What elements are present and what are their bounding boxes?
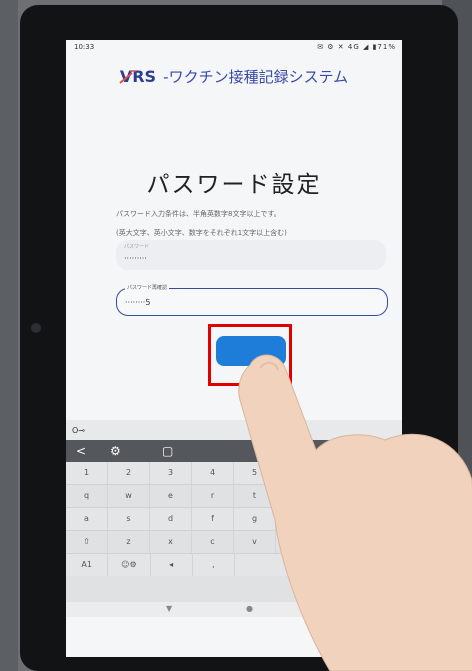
app-header: VRS -ワクチン接種記録システム (66, 66, 402, 87)
emoji-key[interactable]: ☺⚙ (108, 554, 151, 576)
keyboard-row-middle: a s d f g h j k (66, 508, 402, 530)
status-bar: 10:33 ✉ ⚙ ✕ 4G ◢ ▮71% (66, 40, 402, 54)
key[interactable] (360, 554, 402, 576)
background-left (0, 0, 18, 671)
key[interactable]: b (276, 531, 318, 553)
key[interactable]: f (192, 508, 234, 530)
keyboard-toolbar: < ⚙ ▢ (66, 440, 402, 462)
password-condition-detail: (英大文字、英小文字、数字をそれぞれ1文字以上含む) (116, 229, 287, 237)
shift-key[interactable]: ⇧ (66, 531, 108, 553)
key[interactable]: 7 (318, 462, 360, 484)
home-icon[interactable]: ● (246, 604, 253, 613)
comma-key[interactable]: , (193, 554, 235, 576)
key[interactable]: z (108, 531, 150, 553)
key[interactable]: g (234, 508, 276, 530)
key[interactable]: n (318, 531, 360, 553)
key[interactable]: v (234, 531, 276, 553)
key[interactable]: 2 (108, 462, 150, 484)
symbol-key[interactable]: A1 (66, 554, 109, 576)
key[interactable]: j (318, 508, 360, 530)
key[interactable]: w (108, 485, 150, 507)
key[interactable]: 6 (276, 462, 318, 484)
onscreen-keyboard: O⊸ < ⚙ ▢ 1 2 3 4 5 6 7 8 q w e r t y u i (66, 420, 402, 617)
syringe-icon (119, 70, 136, 84)
keyboard-keys: 1 2 3 4 5 6 7 8 q w e r t y u i a s d f … (66, 462, 402, 576)
key[interactable]: 4 (192, 462, 234, 484)
key[interactable]: i (360, 485, 402, 507)
keyboard-back-icon[interactable]: < (76, 444, 86, 458)
password-confirm-label: パスワード再確認 (125, 284, 170, 291)
front-camera (31, 323, 41, 333)
recent-apps-icon[interactable]: ■ (324, 604, 332, 613)
keyboard-row-bottom: ⇧ z x c v b n m (66, 531, 402, 553)
left-arrow-key[interactable]: ◂ (151, 554, 193, 576)
page-title: パスワード設定 (146, 172, 322, 198)
password-label: パスワード (124, 244, 150, 250)
password-condition-text: パスワード入力条件は、半角英数字8文字以上です。 (116, 210, 281, 218)
navigation-bar: ▼ ● ■ (66, 602, 402, 617)
status-icons: ✉ ⚙ ✕ 4G ◢ ▮71% (317, 43, 396, 51)
clipboard-icon[interactable]: ▢ (162, 444, 173, 458)
password-value: ········· (124, 254, 147, 263)
key[interactable]: r (192, 485, 234, 507)
status-time: 10:33 (74, 43, 95, 51)
keyboard-row-function: A1 ☺⚙ ◂ , (66, 554, 402, 576)
key[interactable]: y (276, 485, 318, 507)
key[interactable]: m (360, 531, 402, 553)
key[interactable]: q (66, 485, 108, 507)
keyboard-row-numbers: 1 2 3 4 5 6 7 8 (66, 462, 402, 484)
keyboard-top-bar: O⊸ (66, 420, 402, 440)
keyboard-settings-icon[interactable]: ⚙ (110, 444, 121, 458)
tap-highlight-box (208, 324, 292, 386)
system-title: -ワクチン接種記録システム (163, 68, 349, 86)
key[interactable]: k (360, 508, 402, 530)
keyboard-row-top: q w e r t y u i (66, 485, 402, 507)
key[interactable]: h (276, 508, 318, 530)
key[interactable]: u (318, 485, 360, 507)
key[interactable]: 3 (150, 462, 192, 484)
key-icon: O⊸ (72, 426, 85, 435)
key[interactable]: t (234, 485, 276, 507)
vrs-logo: VRS (119, 67, 156, 86)
password-field[interactable]: パスワード ········· (116, 240, 386, 270)
key[interactable]: s (108, 508, 150, 530)
space-key[interactable] (235, 554, 360, 576)
password-confirm-field[interactable]: パスワード再確認 ········5 (116, 284, 388, 316)
back-icon[interactable]: ▼ (166, 604, 172, 613)
key[interactable]: x (150, 531, 192, 553)
key[interactable]: e (150, 485, 192, 507)
password-confirm-value: ········5 (125, 298, 151, 307)
key[interactable]: 5 (234, 462, 276, 484)
key[interactable]: 8 (360, 462, 402, 484)
key[interactable]: d (150, 508, 192, 530)
key[interactable]: c (192, 531, 234, 553)
key[interactable]: 1 (66, 462, 108, 484)
key[interactable]: a (66, 508, 108, 530)
